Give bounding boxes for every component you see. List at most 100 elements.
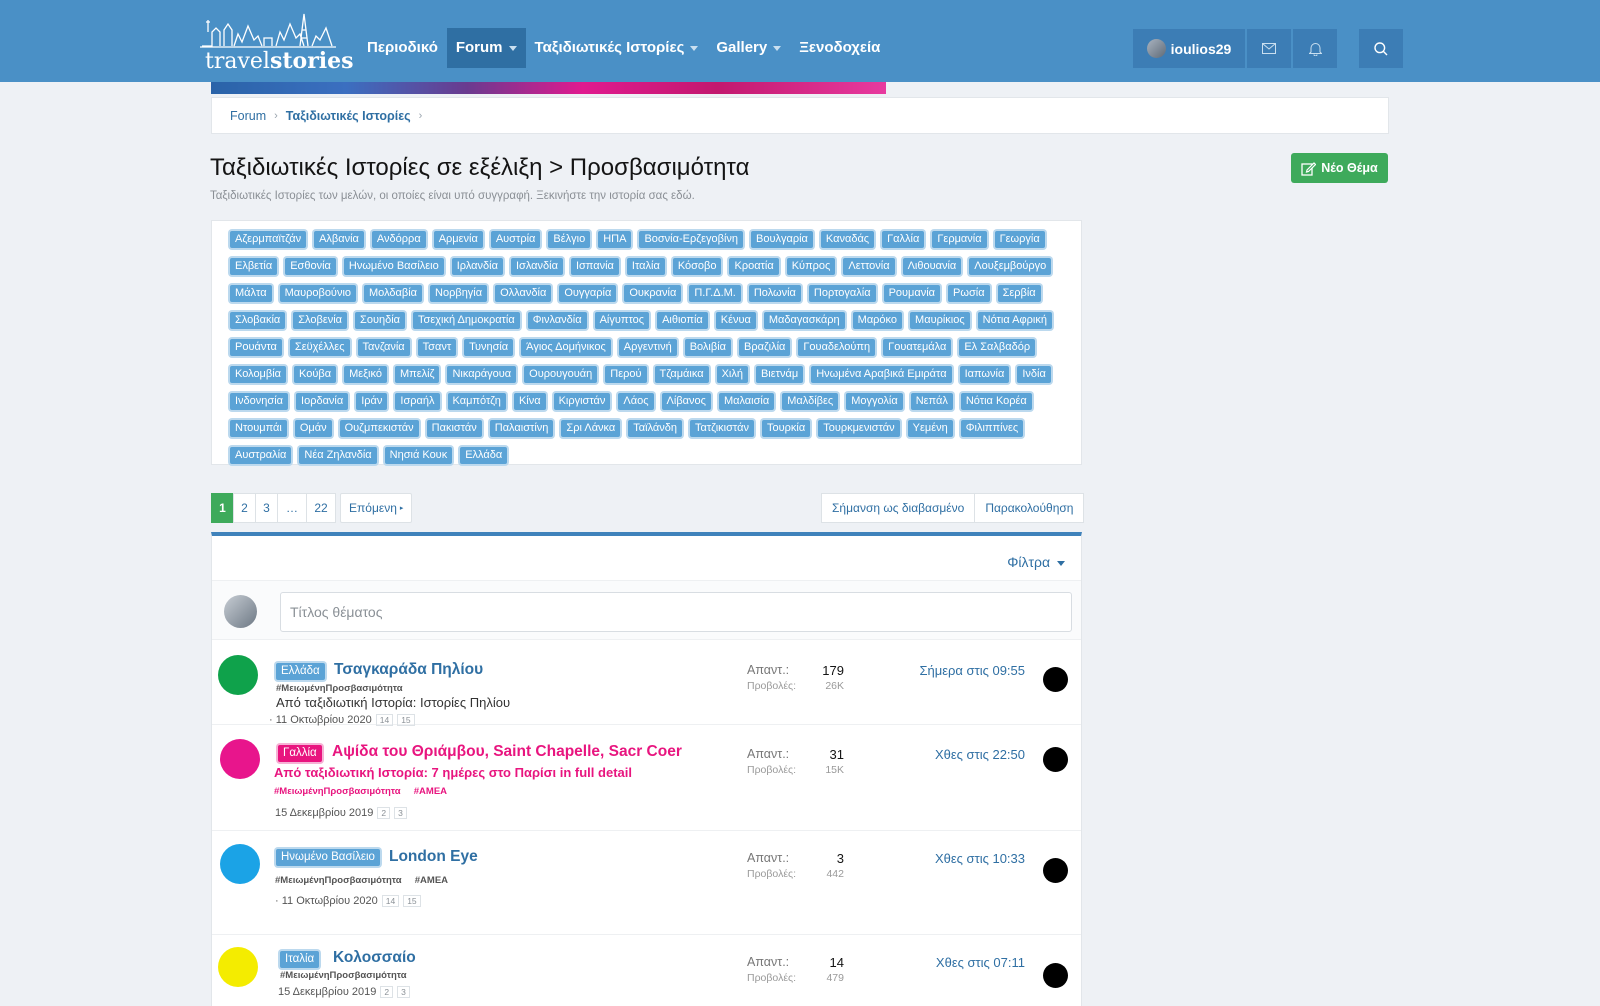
- author-avatar[interactable]: [218, 947, 258, 987]
- prefix-tag[interactable]: Σουηδία: [355, 312, 406, 329]
- prefix-tag[interactable]: Αργεντινή: [618, 339, 677, 356]
- thread-title-link[interactable]: Αψίδα του Θριάμβου, Saint Chapelle, Sacr…: [332, 743, 682, 761]
- nav-item-0[interactable]: Περιοδικό: [358, 28, 447, 68]
- prefix-tag[interactable]: Ντουμπάι: [230, 420, 287, 437]
- user-account-button[interactable]: ioulios29: [1133, 29, 1245, 68]
- prefix-tag[interactable]: Αρμενία: [433, 231, 483, 248]
- prefix-tag[interactable]: Υεμένη: [907, 420, 953, 437]
- prefix-tag[interactable]: Ελβετία: [230, 258, 278, 275]
- prefix-tag[interactable]: Ηνωμένο Βασίλειο: [343, 258, 444, 275]
- last-post-time[interactable]: Χθες στις 22:50: [885, 747, 1025, 762]
- prefix-tag[interactable]: Βολιβία: [684, 339, 732, 356]
- prefix-tag[interactable]: Μαλδίβες: [782, 393, 839, 410]
- prefix-tag[interactable]: Αζερμπαϊτζάν: [230, 231, 307, 248]
- prefix-tag[interactable]: Τζαμάικα: [654, 366, 709, 383]
- prefix-tag[interactable]: Μαλαισία: [718, 393, 775, 410]
- prefix-tag[interactable]: Ουγγαρία: [559, 285, 617, 302]
- prefix-tag[interactable]: Αυστραλία: [230, 447, 292, 464]
- prefix-tag[interactable]: Μογγολία: [846, 393, 903, 410]
- mark-read-button[interactable]: Σήμανση ως διαβασμένο: [821, 493, 976, 523]
- author-avatar[interactable]: [220, 739, 260, 779]
- prefix-tag[interactable]: Πακιστάν: [426, 420, 482, 437]
- prefix-tag[interactable]: Ινδία: [1017, 366, 1051, 383]
- prefix-tag[interactable]: Π.Γ.Δ.Μ.: [689, 285, 741, 302]
- prefix-tag[interactable]: Νότια Κορέα: [960, 393, 1032, 410]
- next-page-button[interactable]: Επόμενη ▸: [340, 493, 413, 523]
- page-1[interactable]: 1: [211, 493, 234, 523]
- prefix-tag[interactable]: Κιργιστάν: [553, 393, 611, 410]
- filters-menu[interactable]: Φίλτρα: [1007, 554, 1065, 570]
- prefix-tag[interactable]: Κόσοβο: [672, 258, 722, 275]
- last-poster-avatar[interactable]: [1043, 963, 1068, 988]
- prefix-tag[interactable]: Τουρκμενιστάν: [818, 420, 900, 437]
- prefix-tag[interactable]: Ισλανδία: [510, 258, 563, 275]
- prefix-tag[interactable]: Κένυα: [715, 312, 756, 329]
- prefix-tag[interactable]: Ισπανία: [570, 258, 619, 275]
- prefix-tag[interactable]: Γουαδελούπη: [798, 339, 876, 356]
- thread-hashtags[interactable]: #ΜειωμένηΠροσβασιμότητα #ΑΜΕΑ: [275, 875, 448, 886]
- prefix-tag[interactable]: Λιθουανία: [902, 258, 962, 275]
- prefix-tag[interactable]: Τσεχική Δημοκρατία: [413, 312, 520, 329]
- prefix-tag[interactable]: Νησιά Κουκ: [384, 447, 453, 464]
- last-poster-avatar[interactable]: [1043, 747, 1068, 772]
- prefix-tag[interactable]: Τσαντ: [417, 339, 457, 356]
- prefix-tag[interactable]: Αιθιοπία: [657, 312, 708, 329]
- prefix-tag[interactable]: Νέα Ζηλανδία: [299, 447, 377, 464]
- prefix-tag[interactable]: Ρουάντα: [230, 339, 282, 356]
- prefix-tag[interactable]: Κολομβία: [230, 366, 287, 383]
- prefix-tag[interactable]: Άγιος Δομήνικος: [521, 339, 611, 356]
- prefix-tag[interactable]: Ουκρανία: [624, 285, 682, 302]
- prefix-tag[interactable]: Ηνωμένα Αραβικά Εμιράτα: [811, 366, 952, 383]
- last-post-time[interactable]: Σήμερα στις 09:55: [885, 663, 1025, 678]
- page-ellipsis[interactable]: …: [277, 493, 307, 523]
- prefix-tag[interactable]: Λάος: [618, 393, 654, 410]
- breadcrumb-forum[interactable]: Forum: [230, 109, 266, 123]
- thread-title-link[interactable]: Κολοσσαίο: [333, 949, 416, 967]
- prefix-tag[interactable]: Νικαράγουα: [447, 366, 517, 383]
- prefix-tag[interactable]: Μάλτα: [230, 285, 272, 302]
- alerts-button[interactable]: [1293, 29, 1337, 68]
- prefix-tag[interactable]: Μεξικό: [344, 366, 387, 383]
- prefix-tag[interactable]: Ελλάδα: [460, 447, 508, 464]
- thread-page-link[interactable]: 3: [394, 807, 407, 819]
- thread-hashtags[interactable]: #ΜειωμένηΠροσβασιμότητα #ΑΜΕΑ: [274, 786, 447, 797]
- thread-prefix-tag[interactable]: Ηνωμένο Βασίλειο: [276, 849, 380, 866]
- prefix-tag[interactable]: Τανζανία: [357, 339, 410, 356]
- prefix-tag[interactable]: Ουρουγουάη: [524, 366, 598, 383]
- prefix-tag[interactable]: Εσθονία: [285, 258, 336, 275]
- prefix-tag[interactable]: Λουξεμβούργο: [969, 258, 1052, 275]
- prefix-tag[interactable]: Ιταλία: [626, 258, 665, 275]
- thread-title-link[interactable]: London Eye: [389, 848, 478, 866]
- search-button[interactable]: [1359, 29, 1403, 68]
- thread-page-link[interactable]: 2: [380, 986, 394, 998]
- thread-title-input[interactable]: Τίτλος θέματος: [280, 592, 1072, 632]
- thread-page-link[interactable]: 14: [381, 895, 400, 907]
- thread-page-link[interactable]: 3: [397, 986, 410, 998]
- prefix-tag[interactable]: Μολδαβία: [364, 285, 423, 302]
- prefix-tag[interactable]: Βιετνάμ: [755, 366, 804, 383]
- thread-prefix-tag[interactable]: Ελλάδα: [276, 663, 325, 680]
- prefix-tag[interactable]: Ινδονησία: [230, 393, 289, 410]
- prefix-tag[interactable]: Σρι Λάνκα: [561, 420, 621, 437]
- prefix-tag[interactable]: Ιορδανία: [296, 393, 349, 410]
- prefix-tag[interactable]: Λεττονία: [843, 258, 895, 275]
- prefix-tag[interactable]: Τουρκία: [761, 420, 811, 437]
- prefix-tag[interactable]: Βοσνία-Ερζεγοβίνη: [639, 231, 744, 248]
- source-story-link[interactable]: Από ταξιδιωτική Ιστορία: 7 ημέρες στο Πα…: [274, 765, 632, 780]
- prefix-tag[interactable]: Ιράν: [356, 393, 388, 410]
- prefix-tag[interactable]: Ισραήλ: [395, 393, 440, 410]
- prefix-tag[interactable]: Κίνα: [513, 393, 546, 410]
- prefix-tag[interactable]: Νεπάλ: [910, 393, 953, 410]
- watch-forum-button[interactable]: Παρακολούθηση: [974, 493, 1085, 523]
- page-3[interactable]: 3: [255, 493, 278, 523]
- prefix-tag[interactable]: Βέλγιο: [548, 231, 591, 248]
- breadcrumb-travel-stories[interactable]: Ταξιδιωτικές Ιστορίες: [286, 109, 411, 123]
- prefix-tag[interactable]: Σλοβενία: [293, 312, 348, 329]
- thread-prefix-tag[interactable]: Ιταλία: [280, 951, 320, 968]
- prefix-tag[interactable]: Ιρλανδία: [451, 258, 503, 275]
- prefix-tag[interactable]: Νορβηγία: [430, 285, 488, 302]
- thread-hashtags[interactable]: #ΜειωμένηΠροσβασιμότητα: [276, 683, 403, 694]
- prefix-tag[interactable]: Μαυρίκιος: [910, 312, 970, 329]
- prefix-tag[interactable]: Πολωνία: [748, 285, 801, 302]
- prefix-tag[interactable]: Γαλλία: [882, 231, 925, 248]
